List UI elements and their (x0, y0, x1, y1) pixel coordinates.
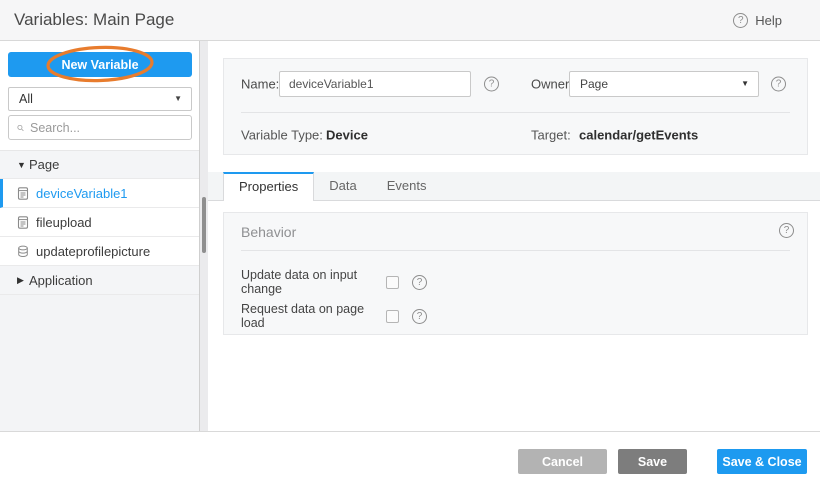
update-data-help-icon[interactable] (412, 275, 427, 290)
help-label: Help (755, 13, 782, 28)
new-variable-button[interactable]: New Variable (8, 52, 192, 77)
option-label: Request data on page load (241, 302, 386, 330)
tab-bar: Properties Data Events (208, 172, 820, 201)
name-help-icon[interactable] (484, 76, 499, 91)
tree-item-fileupload[interactable]: fileupload (0, 208, 199, 237)
owner-selected-value: Page (580, 77, 608, 91)
behavior-help-icon[interactable] (779, 223, 794, 238)
variables-tree: Page deviceVariable1 fileupload (0, 150, 199, 295)
save-button[interactable]: Save (618, 449, 687, 474)
variable-type-value: Device (326, 128, 368, 143)
tree-group-page[interactable]: Page (0, 150, 199, 179)
tree-item-label: deviceVariable1 (36, 186, 128, 201)
divider (241, 112, 790, 113)
tree-group-application[interactable]: Application (0, 266, 199, 295)
tab-properties[interactable]: Properties (223, 172, 314, 201)
option-update-data-on-input-change: Update data on input change (241, 271, 427, 293)
tree-item-updateprofilepicture[interactable]: updateprofilepicture (0, 237, 199, 266)
search-box[interactable] (8, 115, 192, 140)
service-variable-icon (17, 245, 29, 258)
variable-filter-select[interactable]: All (8, 87, 192, 111)
dialog-header: Variables: Main Page Help (0, 0, 820, 41)
dialog-footer: Cancel Save Save & Close (0, 431, 820, 486)
caret-down-icon (17, 160, 29, 170)
cancel-button[interactable]: Cancel (518, 449, 607, 474)
device-variable-icon (17, 187, 29, 200)
caret-right-icon (17, 275, 29, 286)
tree-item-devicevariable1[interactable]: deviceVariable1 (0, 179, 199, 208)
behavior-panel: Behavior Update data on input change Req… (223, 212, 808, 335)
option-request-data-on-page-load: Request data on page load (241, 305, 427, 327)
tree-item-label: fileupload (36, 215, 92, 230)
variables-sidebar: New Variable All Page deviceVariable1 (0, 41, 200, 431)
variable-type-label: Variable Type: (241, 128, 323, 143)
target-value: calendar/getEvents (579, 128, 698, 143)
option-label: Update data on input change (241, 268, 386, 296)
target-label: Target: (531, 128, 571, 143)
variable-summary-box: Name:* Owner:* Page Variable Type: Devic… (223, 58, 808, 155)
chevron-down-icon (174, 88, 182, 110)
tree-item-label: updateprofilepicture (36, 244, 150, 259)
owner-select[interactable]: Page (569, 71, 759, 97)
divider (241, 250, 790, 251)
sidebar-filler (0, 295, 199, 431)
filter-selected-value: All (19, 92, 33, 106)
update-data-checkbox[interactable] (386, 276, 399, 289)
request-data-checkbox[interactable] (386, 310, 399, 323)
help-button[interactable]: Help (733, 0, 782, 40)
owner-help-icon[interactable] (771, 76, 786, 91)
tree-group-label: Application (29, 273, 93, 288)
request-data-help-icon[interactable] (412, 309, 427, 324)
tab-data[interactable]: Data (314, 172, 371, 200)
device-variable-icon (17, 216, 29, 229)
save-and-close-button[interactable]: Save & Close (717, 449, 807, 474)
search-icon (17, 122, 24, 134)
search-input[interactable] (30, 121, 191, 135)
behavior-title: Behavior (241, 224, 296, 240)
tree-group-label: Page (29, 157, 59, 172)
page-title: Variables: Main Page (14, 0, 174, 40)
tab-events[interactable]: Events (372, 172, 442, 200)
help-icon (733, 13, 748, 28)
sidebar-scrollbar-thumb[interactable] (202, 197, 206, 253)
name-input[interactable] (279, 71, 471, 97)
chevron-down-icon (741, 72, 749, 96)
